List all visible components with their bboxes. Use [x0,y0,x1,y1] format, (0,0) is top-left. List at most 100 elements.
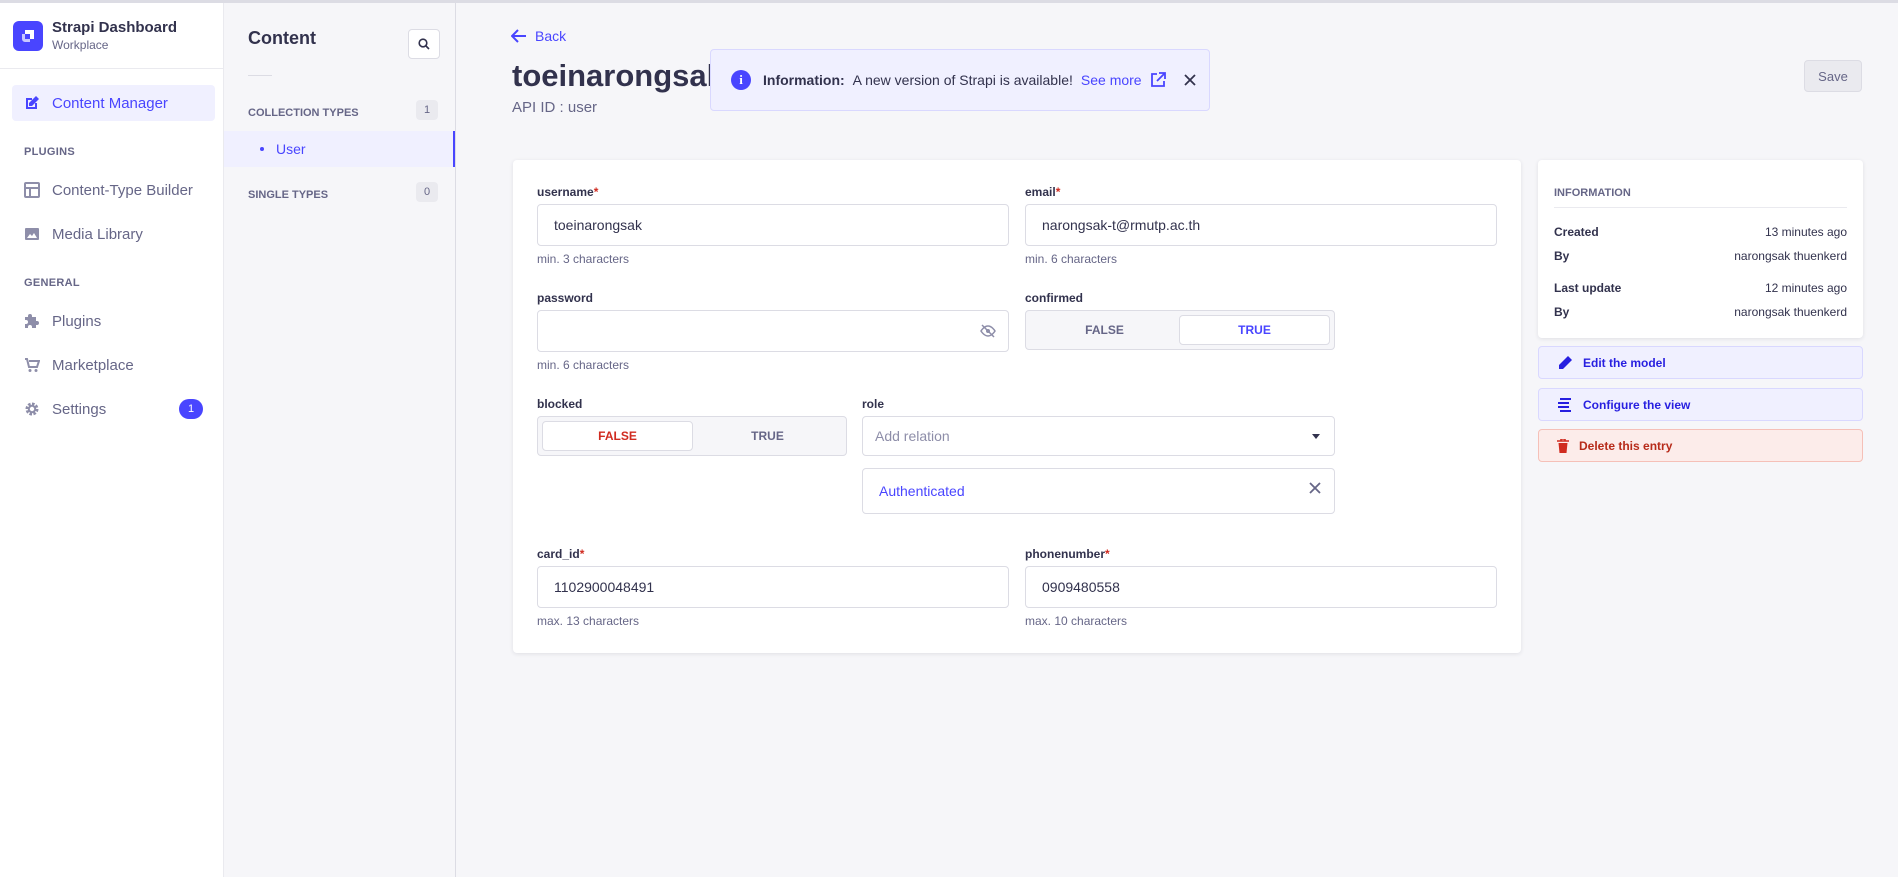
blocked-toggle[interactable]: FALSE TRUE [537,416,847,456]
card-id-hint: max. 13 characters [537,614,640,628]
nav-label: Marketplace [52,356,134,374]
configure-view-label: Configure the view [1583,397,1691,412]
password-hint: min. 6 characters [537,358,630,372]
back-link[interactable]: Back [511,28,566,44]
subnav-item-user[interactable]: User [224,131,455,167]
phonenumber-hint: max. 10 characters [1025,614,1128,628]
nav-label: Media Library [52,225,143,243]
edit-model-label: Edit the model [1583,355,1666,370]
blocked-false-option[interactable]: FALSE [542,421,693,451]
configure-view-button[interactable]: Configure the view [1538,388,1863,421]
username-label: username* [537,185,599,199]
gear-icon [23,400,41,418]
email-input[interactable]: narongsak-t@rmutp.ac.th [1025,204,1497,246]
page-title: toeinarongsak [512,58,712,93]
password-label: password [537,291,594,305]
save-button[interactable]: Save [1804,60,1862,92]
role-select[interactable]: Add relation [862,416,1335,456]
password-input[interactable] [537,310,1009,352]
confirmed-false-option[interactable]: FALSE [1030,315,1179,345]
see-more-link[interactable]: See more [1081,72,1142,88]
nav-content-manager[interactable]: Content Manager [12,85,215,121]
created-row: Created 13 minutes ago [1554,225,1847,239]
confirmed-true-option[interactable]: TRUE [1179,315,1330,345]
notification-message: A new version of Strapi is available! [852,72,1073,88]
list-layout-icon [1557,397,1583,413]
back-label: Back [535,28,567,44]
general-section-title: GENERAL [24,277,80,289]
search-icon [418,38,430,50]
by-label: By [1554,249,1570,263]
collection-types-count: 1 [416,100,438,120]
role-relation-label[interactable]: Authenticated [879,483,965,499]
created-by-row: By narongsak thuenkerd [1554,249,1847,263]
nav-label: Content-Type Builder [52,181,193,199]
api-id: API ID : user [512,99,598,116]
delete-entry-button[interactable]: Delete this entry [1538,429,1863,462]
phonenumber-input[interactable]: 0909480558 [1025,566,1497,608]
arrow-left-icon [511,29,535,43]
collection-types-title[interactable]: COLLECTION TYPES [248,107,359,119]
external-link-icon[interactable] [1150,72,1166,88]
nav-media-library[interactable]: Media Library [12,216,215,252]
subnav-divider [248,75,272,76]
search-button[interactable] [408,29,440,59]
image-icon [23,225,41,243]
plugins-section-title: PLUGINS [24,146,75,158]
created-value: 13 minutes ago [1764,225,1847,239]
pencil-icon [1557,355,1583,371]
nav-marketplace[interactable]: Marketplace [12,347,215,383]
role-placeholder: Add relation [875,428,950,444]
updated-by-row: By narongsak thuenkerd [1554,305,1847,319]
role-label: role [862,397,885,411]
single-types-title[interactable]: SINGLE TYPES [248,189,328,201]
card-id-label: card_id* [537,547,585,561]
settings-badge: 1 [179,399,203,419]
created-label: Created [1554,225,1599,239]
role-relation-item[interactable]: Authenticated [862,468,1335,514]
single-types-count: 0 [416,182,438,202]
phonenumber-label: phonenumber* [1025,547,1110,561]
bullet-icon [260,147,264,151]
updated-value: 12 minutes ago [1764,281,1847,295]
updated-label: Last update [1554,281,1622,295]
information-heading: INFORMATION [1554,187,1631,199]
eye-slash-icon[interactable] [980,324,996,338]
divider [1554,207,1847,208]
brand[interactable]: Strapi Dashboard Workplace [0,3,223,69]
cart-icon [23,356,41,374]
strapi-logo-icon [13,20,43,51]
content-subnav: Content COLLECTION TYPES 1 User SINGLE T… [224,3,456,877]
blocked-true-option[interactable]: TRUE [693,421,842,451]
brand-title: Strapi Dashboard [52,19,178,36]
edit-model-button[interactable]: Edit the model [1538,346,1863,379]
email-label: email* [1025,185,1061,199]
username-hint: min. 3 characters [537,252,630,266]
update-notification: i Information: A new version of Strapi i… [710,49,1210,111]
caret-down-icon [1312,434,1320,439]
pencil-square-icon [23,94,41,112]
updated-row: Last update 12 minutes ago [1554,281,1847,295]
username-input[interactable]: toeinarongsak [537,204,1009,246]
nav-plugins[interactable]: Plugins [12,303,215,339]
updated-by-value: narongsak thuenkerd [1734,305,1847,319]
nav-content-type-builder[interactable]: Content-Type Builder [12,172,215,208]
close-icon[interactable] [1183,74,1196,86]
confirmed-toggle[interactable]: FALSE TRUE [1025,310,1335,350]
confirmed-label: confirmed [1025,291,1084,305]
layout-icon [23,181,41,199]
remove-relation-icon[interactable] [1308,481,1322,495]
edit-form: username* toeinarongsak min. 3 character… [513,160,1521,653]
card-id-input[interactable]: 1102900048491 [537,566,1009,608]
delete-entry-label: Delete this entry [1579,438,1673,453]
blocked-label: blocked [537,397,583,411]
main-nav: Strapi Dashboard Workplace Content Manag… [0,3,224,877]
brand-subtitle: Workplace [52,38,109,52]
nav-settings[interactable]: Settings 1 [12,391,215,427]
subnav-title: Content [248,28,316,48]
nav-label: Settings [52,400,107,418]
created-by-value: narongsak thuenkerd [1734,249,1847,263]
information-panel: INFORMATION Created 13 minutes ago By na… [1538,160,1863,338]
nav-label: Content Manager [52,94,168,112]
nav-label: Plugins [52,312,102,330]
